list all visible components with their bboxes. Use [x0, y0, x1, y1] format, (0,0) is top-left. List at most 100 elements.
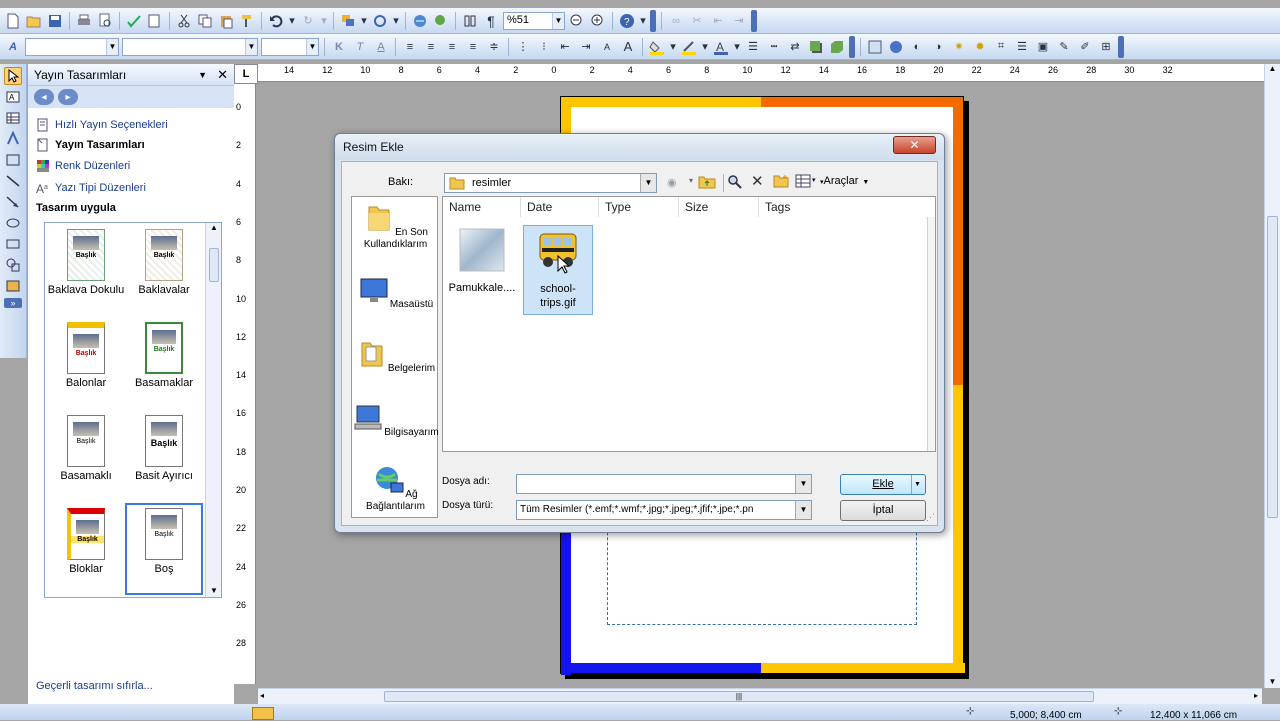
justify-icon[interactable]: ≡	[464, 38, 482, 56]
line-color-icon[interactable]	[680, 38, 698, 56]
gallery-scrollbar[interactable]: ▲ ▼	[205, 223, 221, 597]
format-painter-icon[interactable]	[238, 12, 256, 30]
text-wrapping-icon[interactable]: ⊞	[1097, 38, 1115, 56]
rotate-icon[interactable]	[371, 12, 389, 30]
file-list-scrollbar[interactable]	[927, 217, 935, 451]
undo-icon[interactable]	[267, 12, 285, 30]
document-vertical-scrollbar[interactable]: ▲ ▼	[1264, 64, 1280, 688]
place-computer[interactable]: Bilgisayarım	[352, 403, 439, 439]
link-color-schemes[interactable]: Renk Düzenleri	[36, 159, 130, 173]
place-recent[interactable]: En Son Kullandıklarım	[352, 203, 439, 251]
less-contrast-icon[interactable]: ◑	[929, 38, 947, 56]
more-brightness-icon[interactable]: ✷	[950, 38, 968, 56]
column-header-name[interactable]: Name	[443, 197, 521, 217]
underline-icon[interactable]: A	[372, 38, 390, 56]
open-folder-icon[interactable]	[25, 12, 43, 30]
doc-vscroll-thumb[interactable]	[1267, 216, 1278, 518]
fill-color-icon[interactable]	[648, 38, 666, 56]
place-network[interactable]: Ağ Bağlantılarım	[352, 465, 439, 513]
filetype-select[interactable]: Tüm Resimler (*.emf;*.wmf;*.jpg;*.jpeg;*…	[516, 500, 812, 520]
resize-grip-icon[interactable]: ⋰	[926, 512, 935, 523]
dialog-close-button[interactable]: ✕	[893, 136, 936, 154]
style-combo[interactable]: ▼	[25, 37, 119, 56]
line-style-picture-icon[interactable]: ☰	[1013, 38, 1031, 56]
back-icon[interactable]: ◂	[34, 89, 54, 105]
scroll-thumb[interactable]	[209, 248, 219, 282]
page-navigation-icon[interactable]	[252, 707, 274, 720]
doc-scroll-up-icon[interactable]: ▲	[1265, 64, 1280, 73]
more-tools-icon[interactable]: »	[4, 298, 22, 308]
zoom-in-icon[interactable]	[589, 12, 607, 30]
new-document-icon[interactable]	[4, 12, 22, 30]
arrange-icon[interactable]	[339, 12, 357, 30]
views-icon[interactable]	[795, 174, 811, 191]
doc-scroll-down-icon[interactable]: ▼	[1265, 677, 1280, 686]
oval-tool-icon[interactable]	[4, 214, 22, 232]
back-nav-icon[interactable]: ◉	[667, 176, 677, 189]
new-folder-icon[interactable]	[773, 174, 789, 191]
arrow-style-icon[interactable]: ⇄	[786, 38, 804, 56]
up-folder-icon[interactable]	[698, 175, 716, 192]
column-header-tags[interactable]: Tags	[759, 197, 937, 217]
dash-style-icon[interactable]: ┅	[765, 38, 783, 56]
help-icon[interactable]: ?	[618, 12, 636, 30]
line-style-icon[interactable]: ☰	[744, 38, 762, 56]
hyperlink-icon[interactable]	[411, 12, 429, 30]
document-horizontal-scrollbar[interactable]: ◂ ||| ▸	[258, 688, 1262, 704]
crop-icon[interactable]: ⌗	[992, 38, 1010, 56]
insert-table-icon[interactable]	[4, 109, 22, 127]
style-dropdown-icon[interactable]: ▼	[106, 38, 118, 55]
vertical-ruler[interactable]: 0 2 4 6 8 10 12 14 16 18 20 22 24 26 28	[234, 84, 256, 684]
autoshapes-icon[interactable]	[4, 256, 22, 274]
scroll-down-icon[interactable]: ▼	[206, 586, 221, 595]
align-right-icon[interactable]: ≡	[443, 38, 461, 56]
picture-toolbar-options-icon[interactable]	[1118, 35, 1124, 58]
design-item-selected[interactable]: Başlık Boş	[125, 503, 203, 595]
link-quick-options[interactable]: Hızlı Yayın Seçenekleri	[36, 118, 168, 132]
filename-dropdown-icon[interactable]: ▼	[795, 475, 811, 493]
design-item[interactable]: Başlık Baklavalar	[125, 229, 203, 296]
zoom-dropdown-icon[interactable]: ▼	[552, 12, 564, 29]
insert-picture-icon[interactable]	[866, 38, 884, 56]
line-tool-icon[interactable]	[4, 172, 22, 190]
design-item[interactable]: Başlık Basamaklar	[125, 322, 203, 389]
show-formatting-icon[interactable]: ¶	[482, 12, 500, 30]
font-combo[interactable]: ▼	[122, 37, 258, 56]
scroll-up-icon[interactable]: ▲	[206, 223, 221, 232]
shadow-style-icon[interactable]	[807, 38, 825, 56]
search-web-icon[interactable]	[727, 174, 743, 193]
align-left-icon[interactable]: ≡	[401, 38, 419, 56]
picture-frame-icon[interactable]	[4, 151, 22, 169]
color-picture-icon[interactable]	[887, 38, 905, 56]
paste-icon[interactable]	[217, 12, 235, 30]
zoom-combo[interactable]: %51 ▼	[503, 11, 565, 30]
delete-icon[interactable]: ✕	[751, 172, 764, 190]
italic-icon[interactable]: T	[351, 38, 369, 56]
align-center-icon[interactable]: ≡	[422, 38, 440, 56]
cancel-button[interactable]: İptal	[840, 500, 926, 521]
insert-options-dropdown-icon[interactable]: ▼	[911, 475, 923, 494]
forward-icon[interactable]: ▸	[58, 89, 78, 105]
arrow-tool-icon[interactable]	[4, 193, 22, 211]
tools-menu[interactable]: ▾Araçlar ▼	[820, 175, 869, 187]
print-icon[interactable]	[75, 12, 93, 30]
less-brightness-icon[interactable]: ✹	[971, 38, 989, 56]
connect-toolbar-options-icon[interactable]	[751, 9, 757, 32]
spelling-icon[interactable]	[125, 12, 143, 30]
set-transparent-icon[interactable]: ✎	[1055, 38, 1073, 56]
rectangle-tool-icon[interactable]	[4, 235, 22, 253]
link-font-schemes[interactable]: Aa Yazı Tipi Düzenleri	[36, 181, 146, 195]
toolbar-options-icon[interactable]	[650, 9, 656, 32]
text-box-icon[interactable]: A	[4, 88, 22, 106]
arrange-dropdown-icon[interactable]: ▾	[360, 12, 368, 30]
zoom-out-icon[interactable]	[568, 12, 586, 30]
design-item[interactable]: Başlık Bloklar	[47, 508, 125, 575]
reset-design-link[interactable]: Geçerli tasarımı sıfırla...	[36, 680, 153, 692]
bullets-icon[interactable]: ⁝	[535, 38, 553, 56]
select-objects-icon[interactable]	[4, 67, 22, 85]
design-item[interactable]: Başlık Baklava Dokulu	[47, 229, 125, 296]
doc-scroll-right-icon[interactable]: ▸	[1254, 691, 1258, 700]
ruler-corner[interactable]: L	[234, 64, 258, 84]
3d-style-icon[interactable]	[828, 38, 846, 56]
font-color-dropdown-icon[interactable]: ▾	[733, 38, 741, 56]
